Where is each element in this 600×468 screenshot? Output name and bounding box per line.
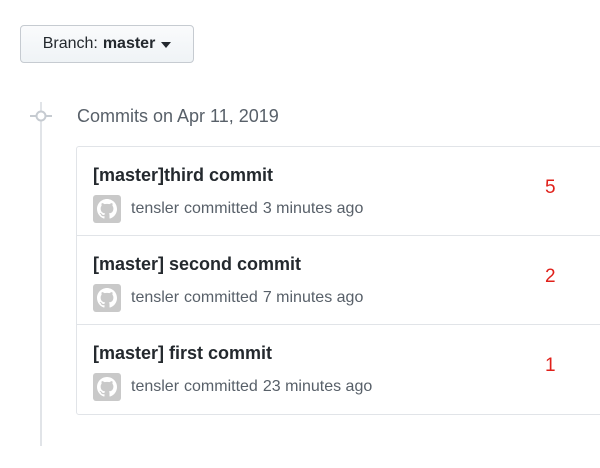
commit-title-link[interactable]: [master] first commit [93, 343, 272, 364]
github-octocat-icon [97, 288, 117, 308]
commit-row: [master] second commit tensler committed… [77, 236, 600, 325]
commit-list: [master]third commit tensler committed 3… [76, 146, 600, 415]
commit-time: 3 minutes ago [262, 200, 364, 217]
commit-title-link[interactable]: [master] second commit [93, 254, 301, 275]
branch-name: master [102, 35, 156, 52]
commit-action: committed [184, 200, 258, 217]
github-octocat-icon [97, 199, 117, 219]
branch-select-button[interactable]: Branch: master [20, 25, 194, 63]
commit-author[interactable]: tensler [131, 378, 179, 396]
commit-time: 23 minutes ago [262, 378, 373, 395]
caret-down-icon [161, 42, 172, 48]
avatar[interactable] [93, 373, 121, 401]
avatar[interactable] [93, 284, 121, 312]
commit-timeline [40, 102, 42, 446]
commit-action: committed [184, 289, 258, 306]
git-commit-icon [30, 110, 52, 122]
commit-time: 7 minutes ago [262, 289, 364, 306]
commit-row: [master]third commit tensler committed 3… [77, 147, 600, 236]
commit-author[interactable]: tensler [131, 200, 179, 218]
commit-date-heading: Commits on Apr 11, 2019 [77, 106, 279, 126]
commit-meta: tensler committed 7 minutes ago [93, 284, 363, 312]
annotation-number: 5 [545, 177, 556, 198]
commit-row: [master] first commit tensler committed … [77, 325, 600, 414]
commit-author[interactable]: tensler [131, 289, 179, 307]
commit-meta: tensler committed 3 minutes ago [93, 195, 363, 223]
commit-meta: tensler committed 23 minutes ago [93, 373, 372, 401]
github-octocat-icon [97, 377, 117, 397]
avatar[interactable] [93, 195, 121, 223]
annotation-number: 2 [545, 266, 556, 287]
commit-title-link[interactable]: [master]third commit [93, 165, 273, 186]
annotation-number: 1 [545, 355, 556, 376]
commit-action: committed [184, 378, 258, 395]
branch-label: Branch: [42, 35, 98, 52]
